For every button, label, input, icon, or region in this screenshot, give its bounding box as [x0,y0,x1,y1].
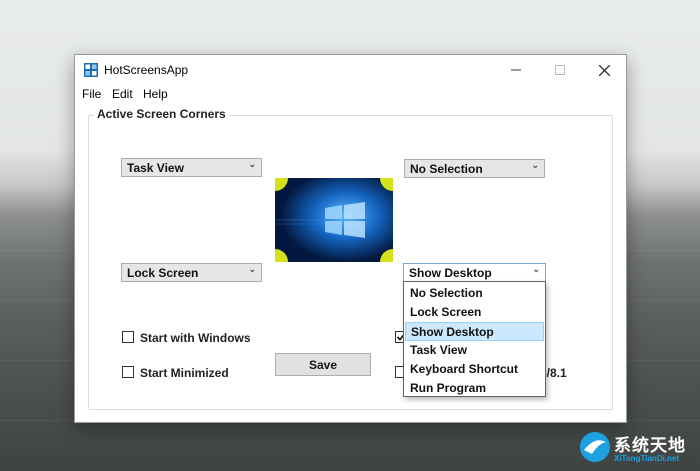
corner-action-dropdown: No Selection Lock Screen Show Desktop Ta… [403,281,546,397]
top-left-corner-value: Task View [127,161,184,175]
maximize-icon [555,65,565,75]
start-with-windows-label: Start with Windows [140,331,251,345]
start-minimized-checkbox[interactable] [122,366,134,378]
menu-bar: File Edit Help [75,85,626,103]
bottom-left-corner-select[interactable]: Lock Screen ⌄ [121,263,262,282]
minimize-icon [511,69,521,71]
close-icon [598,64,610,76]
dropdown-option-lock-screen[interactable]: Lock Screen [405,303,544,322]
windows-wallpaper-image [275,178,393,262]
window-title: HotScreensApp [104,63,189,77]
menu-help[interactable]: Help [143,87,168,101]
minimize-button[interactable] [494,55,538,85]
app-icon [84,63,98,77]
top-right-corner-select[interactable]: No Selection ⌄ [404,159,545,178]
menu-edit[interactable]: Edit [112,87,133,101]
close-button[interactable] [582,55,626,85]
dropdown-option-show-desktop[interactable]: Show Desktop [405,322,544,341]
chevron-down-icon: ⌄ [532,264,540,274]
watermark-title: 系统天地 [614,436,686,455]
screen-preview [275,178,393,262]
save-button-label: Save [308,357,338,372]
chevron-down-icon: ⌄ [248,264,256,274]
start-minimized-label: Start Minimized [140,366,229,380]
top-left-corner-select[interactable]: Task View ⌄ [121,158,262,177]
save-button[interactable]: Save [275,353,371,376]
app-window: HotScreensApp File Edit Help Active Scre… [74,54,627,423]
dropdown-option-run-program[interactable]: Run Program [405,379,544,398]
maximize-button[interactable] [538,55,582,85]
bottom-right-corner-value: Show Desktop [409,266,492,280]
bottom-left-corner-value: Lock Screen [127,266,199,280]
watermark-logo-icon [580,432,610,462]
start-with-windows-checkbox[interactable] [122,331,134,343]
chevron-down-icon: ⌄ [248,159,256,169]
dropdown-option-task-view[interactable]: Task View [405,341,544,360]
bottom-right-corner-select[interactable]: Show Desktop ⌄ [403,263,546,282]
site-watermark: 系统天地 XiTongTianDi.net [578,428,696,468]
dropdown-option-no-selection[interactable]: No Selection [405,284,544,303]
chevron-down-icon: ⌄ [531,160,539,170]
dropdown-option-keyboard-shortcut[interactable]: Keyboard Shortcut [405,360,544,379]
top-right-corner-value: No Selection [410,162,483,176]
watermark-subtitle: XiTongTianDi.net [614,454,680,463]
group-label: Active Screen Corners [94,107,229,121]
menu-file[interactable]: File [82,87,101,101]
title-bar[interactable]: HotScreensApp [75,55,626,85]
